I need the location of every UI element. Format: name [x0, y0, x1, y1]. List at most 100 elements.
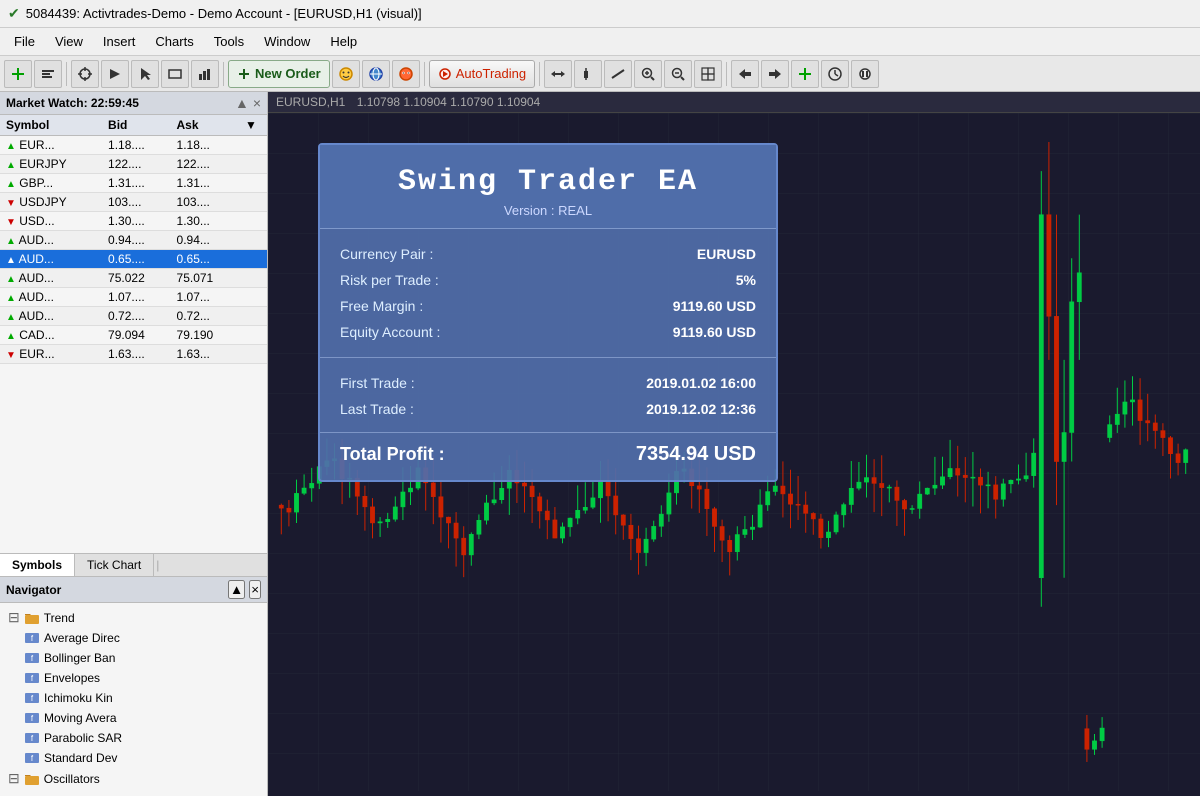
- folder-icon2: [24, 771, 40, 787]
- toolbar-smiley2[interactable]: [392, 60, 420, 88]
- market-watch-row[interactable]: ▼ USDJPY 103.... 103....: [0, 193, 267, 212]
- col-bid: Bid: [102, 115, 170, 136]
- toolbar-arrow[interactable]: [101, 60, 129, 88]
- ea-title: Swing Trader EA: [340, 165, 756, 199]
- market-watch-row[interactable]: ▲ EUR... 1.18.... 1.18...: [0, 136, 267, 155]
- nav-parabolic[interactable]: f Parabolic SAR: [16, 728, 267, 748]
- toolbar-rect[interactable]: [161, 60, 189, 88]
- market-watch-row[interactable]: ▲ CAD... 79.094 79.190: [0, 326, 267, 345]
- nav-moving-avg[interactable]: f Moving Avera: [16, 708, 267, 728]
- market-watch-row[interactable]: ▲ AUD... 0.94.... 0.94...: [0, 231, 267, 250]
- market-watch-table: Symbol Bid Ask ▼ ▲ EUR... 1.18.... 1.18.…: [0, 115, 267, 364]
- title-text: 5084439: Activtrades-Demo - Demo Account…: [26, 6, 422, 21]
- nav-oscillators-folder[interactable]: ⊟ Oscillators: [0, 768, 267, 789]
- market-watch-row[interactable]: ▲ AUD... 0.65.... 0.65...: [0, 250, 267, 269]
- folder-icon: [24, 610, 40, 626]
- toolbar-chart-type[interactable]: [191, 60, 219, 88]
- col-symbol: Symbol: [0, 115, 102, 136]
- market-watch-scroll-up[interactable]: ▲: [235, 95, 249, 111]
- ea-last-trade-label: Last Trade :: [340, 401, 414, 417]
- navigator: Navigator ▲ × ⊟ Trend f Average Direc f: [0, 576, 267, 796]
- nav-avg-dir[interactable]: f Average Direc: [16, 628, 267, 648]
- toolbar-candle[interactable]: [574, 60, 602, 88]
- direction-icon: ▲: [6, 255, 16, 266]
- chart-ohlc: 1.10798 1.10904 1.10790 1.10904: [357, 95, 541, 109]
- navigator-close[interactable]: ×: [249, 580, 261, 599]
- market-watch-row[interactable]: ▲ AUD... 75.022 75.071: [0, 269, 267, 288]
- chart-area[interactable]: EURUSD,H1 1.10798 1.10904 1.10790 1.1090…: [268, 92, 1200, 796]
- market-watch-close[interactable]: ×: [253, 95, 261, 111]
- toolbar-back[interactable]: [731, 60, 759, 88]
- ea-currency-label: Currency Pair :: [340, 246, 433, 262]
- toolbar-clock[interactable]: [821, 60, 849, 88]
- market-watch-row[interactable]: ▼ EUR... 1.63.... 1.63...: [0, 345, 267, 364]
- toolbar-squares[interactable]: [694, 60, 722, 88]
- toolbar-last-btn[interactable]: [851, 60, 879, 88]
- menu-file[interactable]: File: [4, 30, 45, 53]
- market-watch-row[interactable]: ▲ AUD... 0.72.... 0.72...: [0, 307, 267, 326]
- toolbar-btn2[interactable]: [34, 60, 62, 88]
- toolbar-green-plus[interactable]: [4, 60, 32, 88]
- nav-trend-folder[interactable]: ⊟ Trend: [0, 607, 267, 628]
- direction-icon: ▲: [6, 236, 16, 247]
- nav-envelopes[interactable]: f Envelopes: [16, 668, 267, 688]
- toolbar-sep3: [424, 62, 425, 86]
- navigator-content: ⊟ Trend f Average Direc f Bollinger Ban …: [0, 603, 267, 796]
- moving-avg-label: Moving Avera: [44, 711, 117, 725]
- nav-ichimoku[interactable]: f Ichimoku Kin: [16, 688, 267, 708]
- toolbar-sep5: [726, 62, 727, 86]
- toolbar-green-icon[interactable]: [791, 60, 819, 88]
- nav-std-dev[interactable]: f Standard Dev: [16, 748, 267, 768]
- ea-profit-section: Total Profit : 7354.94 USD: [320, 433, 776, 480]
- ea-margin-row: Free Margin : 9119.60 USD: [340, 293, 756, 319]
- oscillators-label: Oscillators: [44, 772, 100, 786]
- menu-insert[interactable]: Insert: [93, 30, 146, 53]
- indicator-icon-5: f: [24, 730, 40, 746]
- toolbar-zoom-in[interactable]: [634, 60, 662, 88]
- autotrading-button[interactable]: AutoTrading: [429, 60, 535, 88]
- indicator-icon-1: f: [24, 650, 40, 666]
- ea-currency-row: Currency Pair : EURUSD: [340, 241, 756, 267]
- toolbar-smile[interactable]: [332, 60, 360, 88]
- toolbar: New Order AutoTrading: [0, 56, 1200, 92]
- toolbar-line[interactable]: [604, 60, 632, 88]
- navigator-header: Navigator ▲ ×: [0, 577, 267, 603]
- tab-tick-chart[interactable]: Tick Chart: [75, 554, 154, 576]
- toolbar-zoom-out[interactable]: [664, 60, 692, 88]
- menu-bar: File View Insert Charts Tools Window Hel…: [0, 28, 1200, 56]
- toolbar-globe[interactable]: [362, 60, 390, 88]
- menu-charts[interactable]: Charts: [145, 30, 203, 53]
- navigator-scroll-up[interactable]: ▲: [228, 580, 245, 599]
- toolbar-arrows-lr[interactable]: [544, 60, 572, 88]
- ichimoku-label: Ichimoku Kin: [44, 691, 113, 705]
- col-ask: Ask: [171, 115, 239, 136]
- ea-currency-value: EURUSD: [697, 246, 756, 262]
- menu-window[interactable]: Window: [254, 30, 320, 53]
- indicator-icon-2: f: [24, 670, 40, 686]
- ea-trade-section: First Trade : 2019.01.02 16:00 Last Trad…: [320, 358, 776, 433]
- avg-dir-label: Average Direc: [44, 631, 120, 645]
- tab-symbols[interactable]: Symbols: [0, 554, 75, 576]
- menu-tools[interactable]: Tools: [204, 30, 254, 53]
- menu-help[interactable]: Help: [320, 30, 367, 53]
- ea-last-trade-value: 2019.12.02 12:36: [646, 401, 756, 417]
- market-watch-row[interactable]: ▼ USD... 1.30.... 1.30...: [0, 212, 267, 231]
- market-watch-row[interactable]: ▲ EURJPY 122.... 122....: [0, 155, 267, 174]
- toolbar-cursor[interactable]: [131, 60, 159, 88]
- toolbar-forward[interactable]: [761, 60, 789, 88]
- menu-view[interactable]: View: [45, 30, 93, 53]
- chart-canvas: Swing Trader EA Version : REAL Currency …: [268, 113, 1200, 791]
- ea-panel: Swing Trader EA Version : REAL Currency …: [318, 143, 778, 482]
- market-watch-tabs: Symbols Tick Chart |: [0, 553, 267, 576]
- toolbar-crosshair[interactable]: [71, 60, 99, 88]
- bollinger-label: Bollinger Ban: [44, 651, 115, 665]
- direction-icon: ▲: [6, 141, 16, 152]
- nav-bollinger[interactable]: f Bollinger Ban: [16, 648, 267, 668]
- toolbar-sep1: [66, 62, 67, 86]
- new-order-button[interactable]: New Order: [228, 60, 330, 88]
- market-watch: Market Watch: 22:59:45 ▲ × Symbol Bid As…: [0, 92, 267, 576]
- ea-profit-row: Total Profit : 7354.94 USD: [340, 443, 756, 466]
- market-watch-row[interactable]: ▲ GBP... 1.31.... 1.31...: [0, 174, 267, 193]
- market-watch-header: Market Watch: 22:59:45 ▲ ×: [0, 92, 267, 115]
- market-watch-row[interactable]: ▲ AUD... 1.07.... 1.07...: [0, 288, 267, 307]
